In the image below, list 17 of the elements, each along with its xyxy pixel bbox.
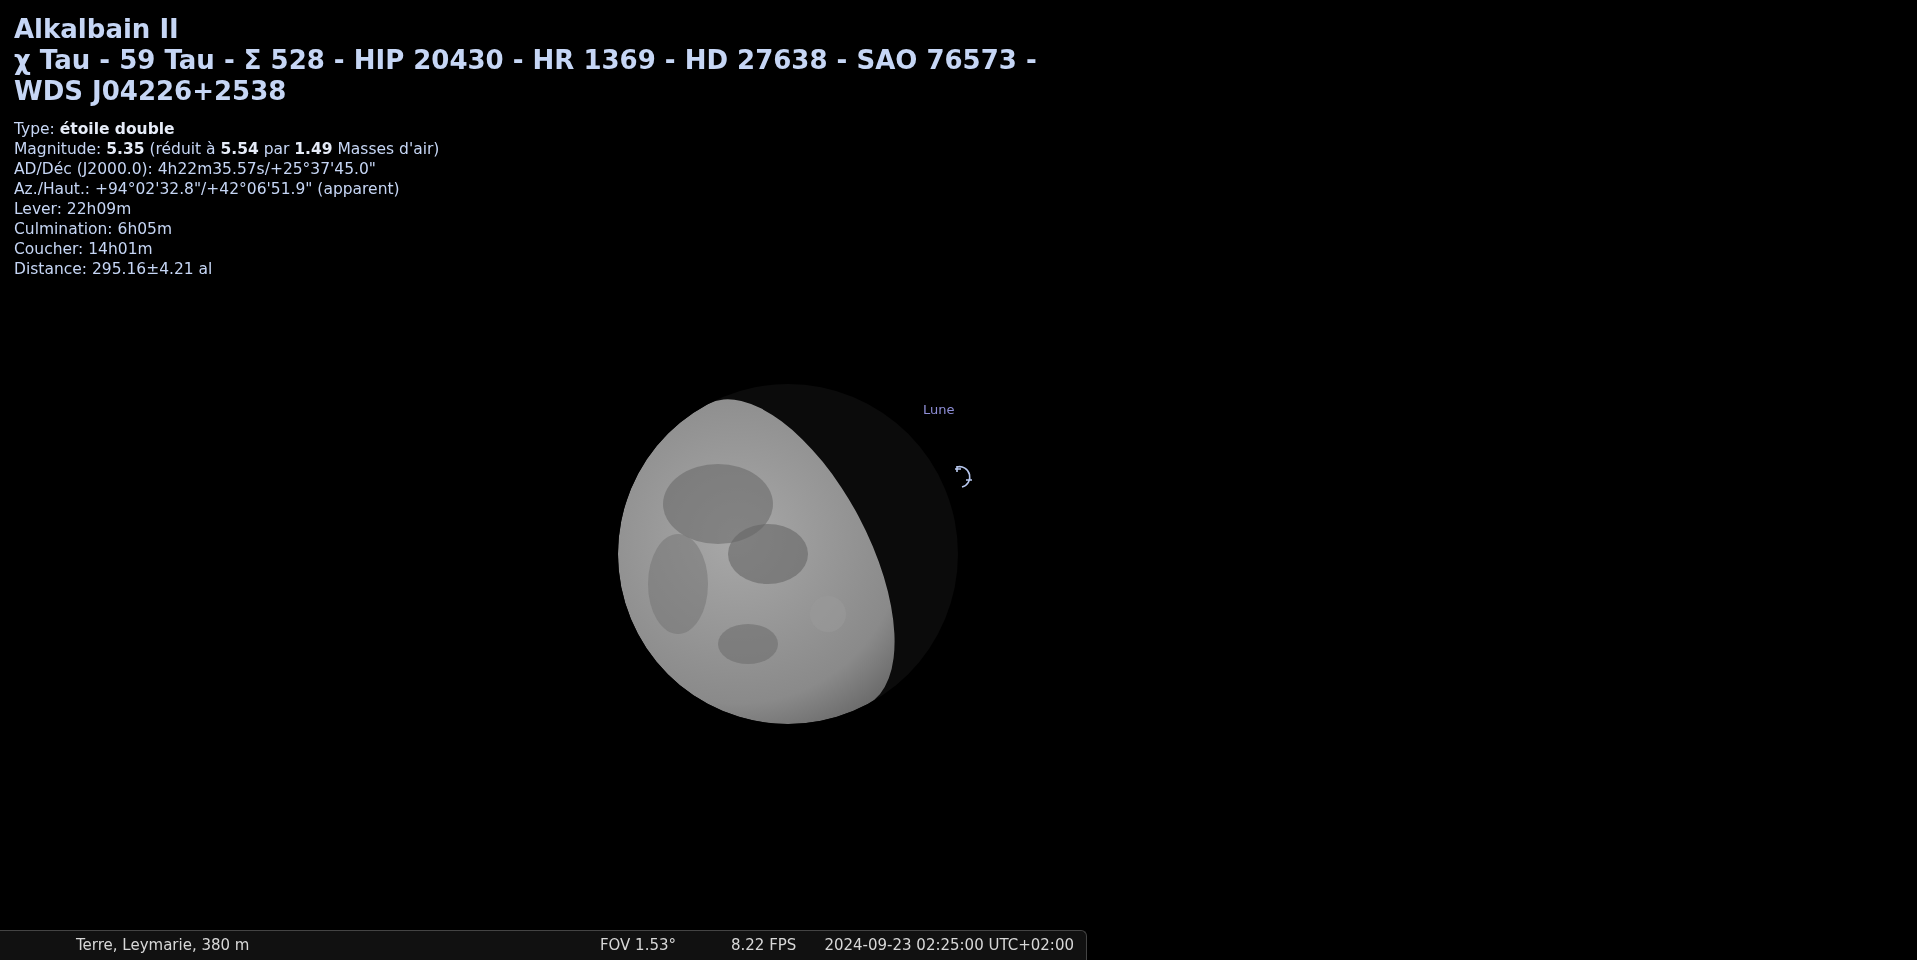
info-line: Culmination: 6h05m	[14, 219, 173, 239]
info-line: Coucher: 14h01m	[14, 239, 153, 259]
fov-text: FOV 1.53°	[599, 935, 676, 957]
info-line: AD/Déc (J2000.0): 4h22m35.57s/+25°37'45.0"	[14, 159, 376, 179]
object-name: Alkalbain II	[14, 14, 179, 45]
moon-label: Lune	[923, 401, 955, 419]
info-line: Type: étoile double	[14, 119, 175, 139]
info-line: Lever: 22h09m	[14, 199, 132, 219]
object-designations: χ Tau - 59 Tau - Σ 528 - HIP 20430 - HR 1369 - HD 27638 - SAO 76573 -	[14, 45, 1037, 76]
info-line: Az./Haut.: +94°02'32.8"/+42°06'51.9" (apparent)	[14, 179, 400, 199]
info-line: Magnitude: 5.35 (réduit à 5.54 par 1.49 Masses d'air)	[14, 139, 440, 159]
target-marker-icon	[953, 465, 973, 489]
info-line: Distance: 295.16±4.21 al	[14, 259, 213, 279]
object-designations: WDS J04226+2538	[14, 76, 287, 107]
fps-text: 8.22 FPS	[731, 935, 797, 957]
datetime-text: 2024-09-23 02:25:00 UTC+02:00	[824, 935, 1074, 957]
location-text: Terre, Leymarie, 380 m	[76, 935, 250, 957]
